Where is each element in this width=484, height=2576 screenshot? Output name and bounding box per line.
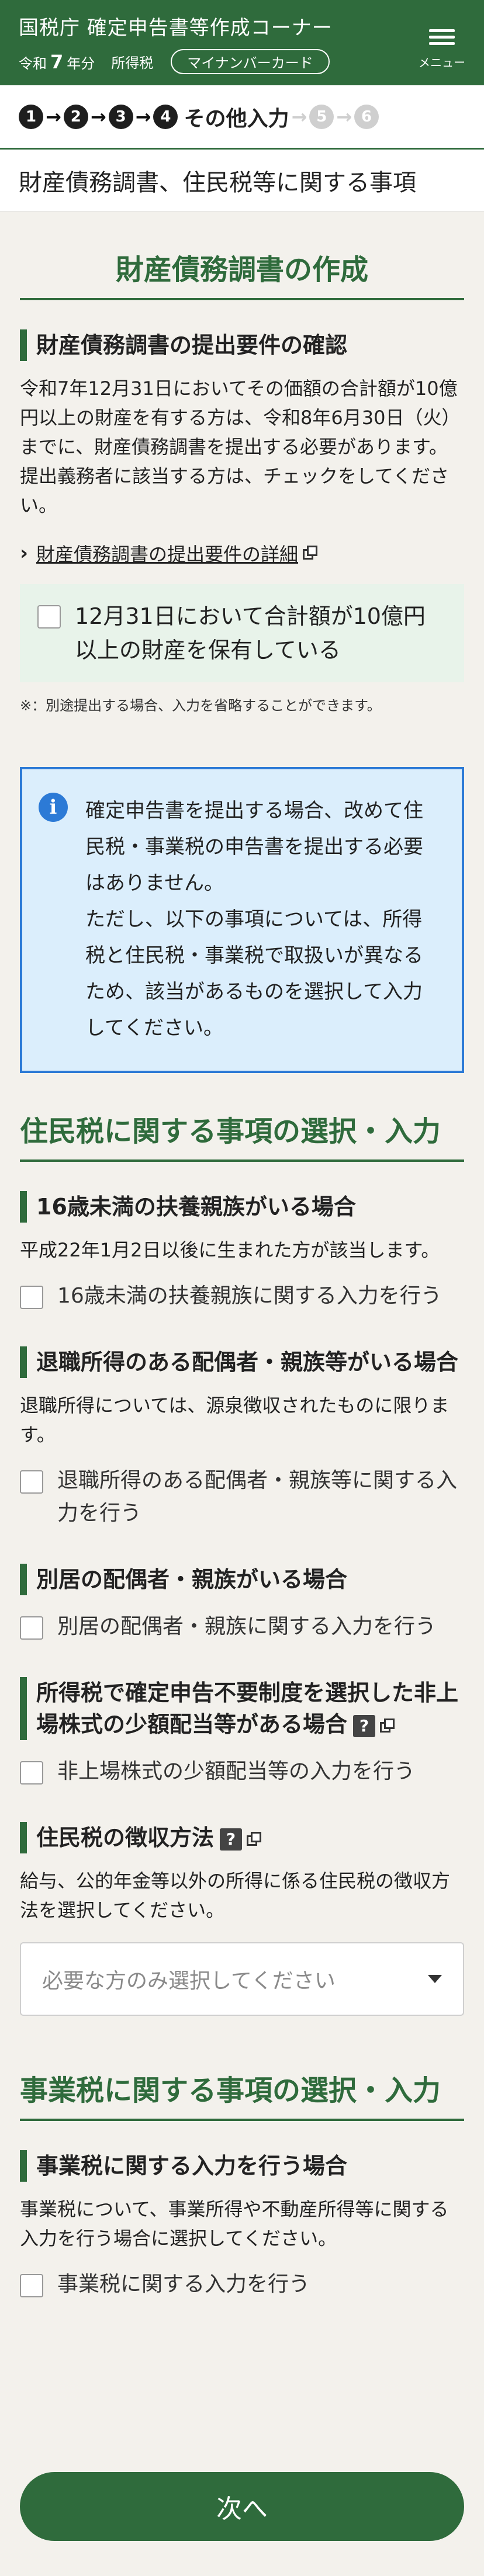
choshu-select-placeholder: 必要な方のみ選択してください <box>42 1969 336 1993</box>
zaisan-details-link-row: › 財産債務調書の提出要件の詳細 <box>20 540 464 567</box>
step-3: 3 <box>108 104 133 129</box>
hamburger-icon <box>429 26 455 48</box>
caret-down-icon <box>428 1975 442 1983</box>
arrow-right-icon: → <box>336 105 352 128</box>
zaisan-checkbox[interactable] <box>37 605 61 629</box>
choshu-select[interactable]: 必要な方のみ選択してください <box>20 1942 464 2016</box>
arrow-right-icon: → <box>90 105 106 128</box>
fuyou-description: 平成22年1月2日以後に生まれた方が該当します。 <box>20 1239 440 1261</box>
taishoku-checkbox[interactable] <box>20 1470 43 1494</box>
haito-checkbox-label: 非上場株式の少額配当等の入力を行う <box>57 1759 416 1783</box>
jigyozei-checkbox-row[interactable]: 事業税に関する入力を行う <box>20 2268 464 2301</box>
header-subline: 令和 7 年分 所得税 マイナンバーカード <box>19 49 465 74</box>
menu-label: メニュー <box>419 55 465 70</box>
jigyozei-checkbox-label: 事業税に関する入力を行う <box>57 2272 310 2296</box>
info-notice: i 確定申告書を提出する場合、改めて住民税・事業税の申告書を提出する必要はありま… <box>20 767 464 1073</box>
heading-zaisan-requirements: 財産債務調書の提出要件の確認 <box>20 329 464 361</box>
taishoku-description: 退職所得については、源泉徴収されたものに限ります。 <box>20 1394 450 1446</box>
heading-choshu: 住民税の徴収方法? <box>20 1822 464 1853</box>
tax-year: 令和 7 年分 <box>19 50 95 73</box>
arrow-right-icon: → <box>291 105 307 128</box>
help-icon[interactable]: ? <box>353 1714 376 1737</box>
step-5: 5 <box>309 104 334 129</box>
fuyou-checkbox-row[interactable]: 16歳未満の扶養親族に関する入力を行う <box>20 1280 464 1313</box>
next-button[interactable]: 次へ <box>20 2472 464 2541</box>
zaisan-checkbox-row[interactable]: 12月31日において合計額が10億円以上の財産を保有している <box>20 584 464 682</box>
section-title-zaisan: 財産債務調書の作成 <box>20 211 464 300</box>
info-text: 確定申告書を提出する場合、改めて住民税・事業税の申告書を提出する必要はありません… <box>85 799 423 1040</box>
step-1: 1 <box>19 104 43 129</box>
app-title[interactable]: 国税庁 確定申告書等作成コーナー <box>19 15 465 41</box>
step-2: 2 <box>63 104 88 129</box>
step-4: 4 <box>153 104 178 129</box>
zaisan-note: ※：別途提出する場合、入力を省略することができます。 <box>20 697 381 714</box>
chevron-right-icon: › <box>20 541 29 565</box>
bekkyo-checkbox-label: 別居の配偶者・親族に関する入力を行う <box>57 1615 437 1638</box>
menu-button[interactable]: メニュー <box>413 26 471 70</box>
tax-type: 所得税 <box>111 55 154 71</box>
bekkyo-checkbox[interactable] <box>20 1616 43 1640</box>
section-title-juminzei: 住民税に関する事項の選択・入力 <box>20 1073 464 1162</box>
heading-jigyozei: 事業税に関する入力を行う場合 <box>20 2150 464 2182</box>
arrow-right-icon: → <box>46 105 61 128</box>
heading-haito: 所得税で確定申告不要制度を選択した非上場株式の少額配当等がある場合? <box>20 1677 464 1740</box>
zaisan-details-link[interactable]: 財産債務調書の提出要件の詳細 <box>36 540 298 567</box>
current-step-label: その他入力 <box>184 106 289 131</box>
arrow-right-icon: → <box>135 105 151 128</box>
external-link-icon <box>247 1831 262 1847</box>
jigyozei-checkbox[interactable] <box>20 2274 43 2297</box>
step-6: 6 <box>354 104 379 129</box>
haito-checkbox[interactable] <box>20 1761 43 1785</box>
haito-checkbox-row[interactable]: 非上場株式の少額配当等の入力を行う <box>20 1755 464 1788</box>
taishoku-checkbox-row[interactable]: 退職所得のある配偶者・親族等に関する入力を行う <box>20 1464 464 1530</box>
app-header: 国税庁 確定申告書等作成コーナー 令和 7 年分 所得税 マイナンバーカード メニュ… <box>0 0 484 85</box>
step-indicator: 1 → 2 → 3 → 4 その他入力 → 5 → 6 <box>0 85 484 150</box>
taishoku-checkbox-label: 退職所得のある配偶者・親族等に関する入力を行う <box>57 1468 458 1525</box>
choshu-description: 給与、公的年金等以外の所得に係る住民税の徴収方法を選択してください。 <box>20 1870 451 1921</box>
fuyou-checkbox[interactable] <box>20 1286 43 1309</box>
zaisan-description: 令和7年12月31日においてその価額の合計額が10億円以上の財産を有する方は、令… <box>20 377 461 516</box>
heading-taishoku: 退職所得のある配偶者・親族等がいる場合 <box>20 1346 464 1378</box>
help-icon[interactable]: ? <box>220 1828 243 1851</box>
external-link-icon <box>380 1718 395 1734</box>
section-title-jigyozei: 事業税に関する事項の選択・入力 <box>20 2016 464 2121</box>
jigyozei-description: 事業税について、事業所得や不動産所得等に関する入力を行う場合に選択してください。 <box>20 2198 449 2249</box>
main-content: 財産債務調書の作成 財産債務調書の提出要件の確認 令和7年12月31日においてそ… <box>0 211 484 2301</box>
mynumber-card-button[interactable]: マイナンバーカード <box>171 49 330 74</box>
external-link-icon <box>303 546 318 561</box>
info-icon: i <box>39 793 68 822</box>
heading-fuyou: 16歳未満の扶養親族がいる場合 <box>20 1191 464 1223</box>
bekkyo-checkbox-row[interactable]: 別居の配偶者・親族に関する入力を行う <box>20 1610 464 1643</box>
heading-bekkyo: 別居の配偶者・親族がいる場合 <box>20 1564 464 1595</box>
fuyou-checkbox-label: 16歳未満の扶養親族に関する入力を行う <box>57 1284 442 1308</box>
zaisan-checkbox-label: 12月31日において合計額が10億円以上の財産を保有している <box>75 603 426 663</box>
page-title: 財産債務調書、住民税等に関する事項 <box>0 150 484 211</box>
